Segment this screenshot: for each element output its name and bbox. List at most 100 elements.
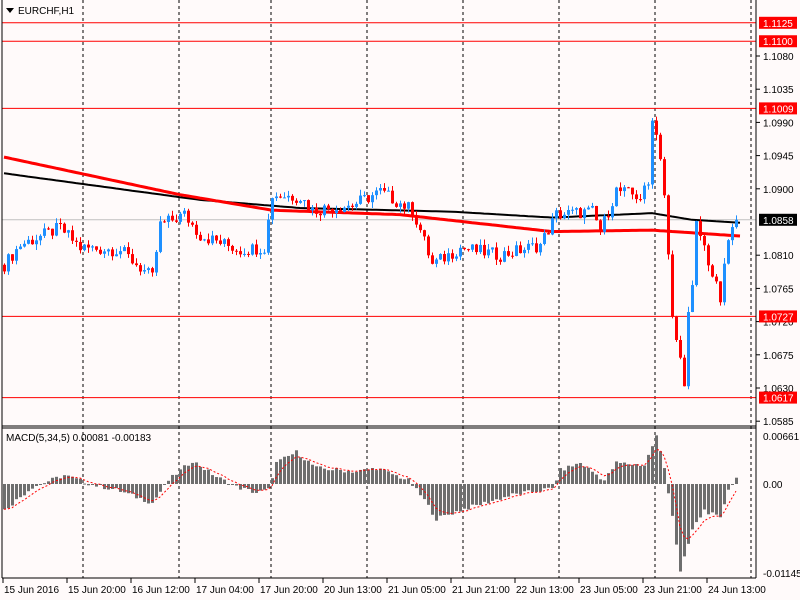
candle-body <box>583 209 586 219</box>
macd-histogram-bar <box>443 484 446 515</box>
macd-histogram-bar <box>511 484 514 494</box>
candle-body <box>387 190 390 192</box>
macd-histogram-bar <box>603 480 606 484</box>
candle-body <box>467 249 470 251</box>
candle-body <box>79 241 82 251</box>
candle-body <box>59 223 62 225</box>
macd-histogram-bar <box>51 477 54 484</box>
candle-body <box>259 253 262 255</box>
candle-body <box>415 215 418 225</box>
macd-histogram-bar <box>159 484 162 492</box>
candle-body <box>139 265 142 272</box>
candle-body <box>27 239 30 244</box>
candle-body <box>571 209 574 211</box>
candle-body <box>311 207 314 211</box>
candle-body <box>143 270 146 272</box>
candle-body <box>211 235 214 244</box>
candle-body <box>631 187 634 195</box>
candle-body <box>11 254 14 261</box>
candle-body <box>243 253 246 255</box>
macd-histogram-bar <box>11 484 14 506</box>
macd-histogram-bar <box>263 484 266 490</box>
candle-body <box>383 188 386 191</box>
candle-body <box>447 253 450 262</box>
candle-body <box>287 195 290 198</box>
candle-body <box>31 239 34 245</box>
macd-histogram-bar <box>339 469 342 484</box>
macd-histogram-bar <box>19 484 22 498</box>
candle-body <box>339 210 342 212</box>
candle-body <box>103 251 106 254</box>
macd-histogram-bar <box>411 484 414 486</box>
macd-histogram-bar <box>79 478 82 484</box>
candle-body <box>263 252 266 254</box>
candle-body <box>443 254 446 262</box>
macd-histogram-bar <box>519 484 522 495</box>
macd-histogram-bar <box>315 466 318 484</box>
candle-body <box>395 203 398 207</box>
candle-body <box>427 236 430 256</box>
macd-histogram-bar <box>543 484 546 489</box>
candle-body <box>299 201 302 203</box>
candle-body <box>83 244 86 251</box>
macd-histogram-bar <box>207 469 210 484</box>
macd-histogram-bar <box>647 454 650 484</box>
macd-histogram-bar <box>463 484 466 509</box>
price-tick-label: 1.0945 <box>763 152 794 163</box>
macd-histogram-bar <box>695 484 698 523</box>
macd-histogram-bar <box>215 477 218 484</box>
candle-body <box>43 228 46 236</box>
macd-histogram-bar <box>387 471 390 484</box>
candle-body <box>91 246 94 248</box>
macd-histogram-bar <box>103 484 106 490</box>
candle-body <box>699 220 702 237</box>
candle-body <box>431 255 434 264</box>
macd-histogram-bar <box>195 462 198 484</box>
candle-body <box>23 243 26 247</box>
macd-histogram-bar <box>675 484 678 545</box>
candle-body <box>335 210 338 214</box>
macd-histogram-bar <box>587 467 590 484</box>
macd-histogram-bar <box>659 451 662 484</box>
macd-histogram-bar <box>363 469 366 484</box>
macd-histogram-bar <box>483 484 486 502</box>
candle-body <box>291 195 294 201</box>
price-tick-label: 1.0990 <box>763 118 794 129</box>
candle-body <box>463 247 466 250</box>
time-tick-label: 15 Jun 2016 <box>4 585 59 596</box>
macd-histogram-bar <box>383 469 386 484</box>
candle-body <box>99 249 102 254</box>
macd-histogram-bar <box>639 465 642 484</box>
candle-body <box>163 221 166 223</box>
candle-body <box>627 187 630 189</box>
macd-histogram-bar <box>199 466 202 484</box>
candle-body <box>559 210 562 219</box>
candle-body <box>675 316 678 340</box>
macd-tick-label: -0.01145 <box>763 569 800 580</box>
macd-histogram-bar <box>523 484 526 492</box>
macd-histogram-bar <box>95 484 98 487</box>
candle-body <box>731 227 734 241</box>
macd-histogram-bar <box>563 470 566 484</box>
macd-histogram-bar <box>63 475 66 484</box>
macd-histogram-bar <box>515 484 518 494</box>
candle-body <box>647 184 650 186</box>
candle-body <box>607 215 610 218</box>
macd-histogram-bar <box>31 484 34 489</box>
level-price-label: 1.1009 <box>763 104 794 115</box>
candle-body <box>231 245 234 251</box>
macd-histogram-bar <box>331 470 334 484</box>
candle-body <box>47 228 50 230</box>
macd-histogram-bar <box>111 484 114 489</box>
macd-histogram-bar <box>503 484 506 498</box>
time-tick-label: 15 Jun 20:00 <box>68 585 126 596</box>
candle-body <box>623 187 626 192</box>
candle-body <box>87 244 90 248</box>
current-price-label: 1.0858 <box>763 216 794 227</box>
macd-histogram-bar <box>119 484 122 492</box>
candle-body <box>539 243 542 253</box>
macd-histogram-bar <box>191 462 194 484</box>
candle-body <box>599 220 602 232</box>
macd-histogram-bar <box>27 484 30 492</box>
macd-histogram-bar <box>551 484 554 488</box>
